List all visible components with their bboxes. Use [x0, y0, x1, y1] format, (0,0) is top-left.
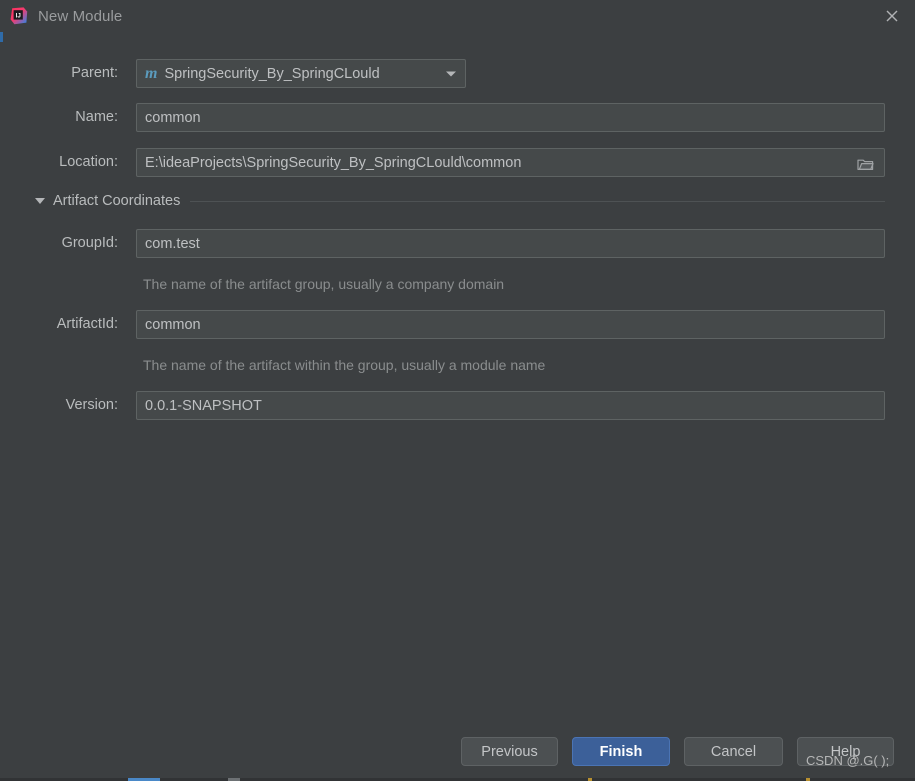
group-id-input[interactable]: com.test	[136, 229, 885, 258]
previous-button[interactable]: Previous	[461, 737, 558, 766]
group-id-help-text: The name of the artifact group, usually …	[143, 276, 504, 292]
artifact-coordinates-section-header[interactable]: Artifact Coordinates	[35, 193, 885, 209]
finish-button[interactable]: Finish	[572, 737, 670, 766]
intellij-idea-icon: IJ	[10, 7, 28, 25]
artifact-id-label: ArtifactId:	[0, 316, 118, 332]
parent-value: SpringSecurity_By_SpringCLould	[164, 66, 379, 82]
location-label: Location:	[0, 154, 118, 170]
name-label: Name:	[0, 109, 118, 125]
section-divider	[190, 201, 885, 202]
background-ide-strip	[0, 772, 915, 781]
name-value: common	[145, 110, 201, 126]
folder-icon[interactable]	[847, 150, 883, 177]
cancel-button[interactable]: Cancel	[684, 737, 783, 766]
new-module-dialog: IJ New Module Parent: m SpringSecurity_B…	[0, 0, 915, 772]
close-icon[interactable]	[869, 0, 915, 32]
version-input[interactable]: 0.0.1-SNAPSHOT	[136, 391, 885, 420]
group-id-value: com.test	[145, 236, 200, 252]
help-button[interactable]: Help	[797, 737, 894, 766]
artifact-id-value: common	[145, 317, 201, 333]
parent-combobox[interactable]: m SpringSecurity_By_SpringCLould	[136, 59, 466, 88]
version-value: 0.0.1-SNAPSHOT	[145, 398, 262, 414]
artifact-id-input[interactable]: common	[136, 310, 885, 339]
location-input[interactable]: E:\ideaProjects\SpringSecurity_By_Spring…	[136, 148, 885, 177]
group-id-label: GroupId:	[0, 235, 118, 251]
parent-label: Parent:	[0, 65, 118, 81]
location-value: E:\ideaProjects\SpringSecurity_By_Spring…	[145, 155, 521, 171]
maven-module-icon: m	[145, 66, 157, 82]
dialog-titlebar[interactable]: IJ New Module	[0, 0, 915, 32]
svg-text:IJ: IJ	[16, 12, 22, 19]
chevron-down-icon[interactable]	[446, 71, 456, 76]
name-input[interactable]: common	[136, 103, 885, 132]
dialog-title: New Module	[38, 8, 122, 25]
artifact-id-help-text: The name of the artifact within the grou…	[143, 357, 545, 373]
version-label: Version:	[0, 397, 118, 413]
triangle-down-icon[interactable]	[35, 198, 45, 204]
artifact-coordinates-title: Artifact Coordinates	[53, 193, 180, 209]
